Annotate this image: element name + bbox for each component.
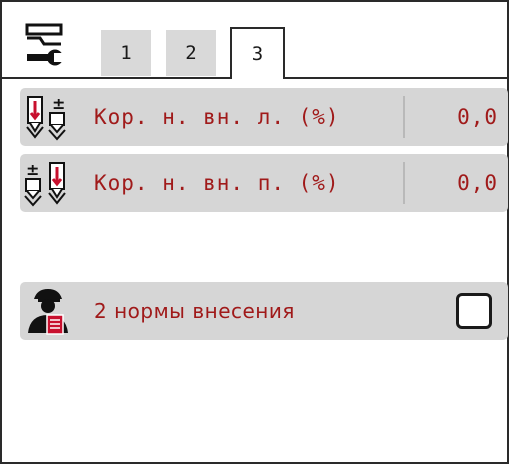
two-rates-row[interactable]: 2 нормы внесения — [20, 282, 508, 340]
rate-correction-left-value: 0,0 — [457, 105, 498, 129]
rate-correction-right-label: Кор. н. вн. п. (%) — [94, 171, 340, 195]
settings-wrench-icon — [25, 23, 64, 66]
two-rates-label: 2 нормы внесения — [94, 299, 295, 323]
correction-right-icon: ± — [24, 160, 66, 207]
tab-3[interactable]: 3 — [230, 27, 285, 79]
rate-correction-right-value: 0,0 — [457, 171, 498, 195]
tab-2[interactable]: 2 — [166, 30, 216, 76]
svg-text:±: ± — [52, 94, 65, 113]
correction-left-icon: ± — [26, 94, 66, 141]
two-rates-checkbox[interactable] — [456, 293, 492, 329]
rate-correction-left-row[interactable]: ± Кор. н. вн. л. (%) 0,0 — [20, 88, 508, 146]
tab-1[interactable]: 1 — [101, 30, 151, 76]
svg-text:±: ± — [26, 160, 39, 179]
rate-correction-right-row[interactable]: ± Кор. н. вн. п. (%) 0,0 — [20, 154, 508, 212]
value-divider — [403, 96, 405, 138]
rate-correction-left-label: Кор. н. вн. л. (%) — [94, 105, 340, 129]
settings-screen: 1 2 3 ± Кор. н. вн. л. (%) 0,0 ± Кор. н.… — [0, 0, 509, 464]
operator-document-icon — [28, 289, 68, 335]
value-divider — [403, 162, 405, 204]
